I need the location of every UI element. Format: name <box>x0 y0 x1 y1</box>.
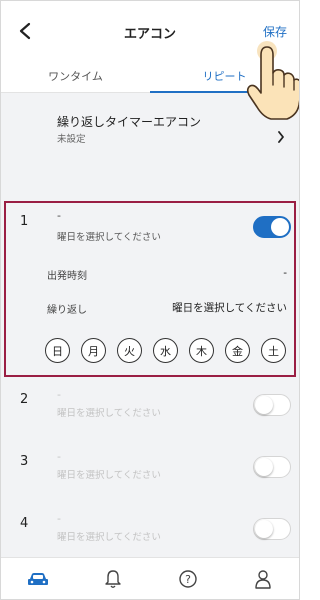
toggle-knob <box>255 458 273 476</box>
highlight-frame <box>4 201 296 377</box>
timer-number: 4 <box>20 516 29 531</box>
timer-name: - <box>57 512 61 525</box>
nav-notifications[interactable] <box>101 567 125 591</box>
bell-icon <box>105 570 121 588</box>
chevron-right-icon <box>278 131 284 143</box>
timer-name: - <box>57 450 61 463</box>
timer-item-2: 2 - 曜日を選択してください <box>1 381 299 441</box>
tab-one-time[interactable]: ワンタイム <box>1 59 150 93</box>
bottom-navigation: ? <box>1 557 299 599</box>
nav-help[interactable]: ? <box>176 567 200 591</box>
timer-number: 2 <box>20 392 29 407</box>
help-icon: ? <box>179 570 197 588</box>
timer-number: 3 <box>20 454 29 469</box>
timer-hint: 曜日を選択してください <box>57 532 161 543</box>
nav-car[interactable] <box>26 567 50 591</box>
timer-name: - <box>57 388 61 401</box>
timer-hint: 曜日を選択してください <box>57 470 161 481</box>
timer-toggle[interactable] <box>253 456 291 478</box>
timer-toggle[interactable] <box>253 518 291 540</box>
repeat-timer-title: 繰り返しタイマーエアコン <box>57 115 202 129</box>
toggle-knob <box>255 396 273 414</box>
nav-account[interactable] <box>251 567 275 591</box>
app-screen: エアコン 保存 ワンタイム リピート 繰り返しタイマーエアコン 未設定 1 - … <box>0 0 300 600</box>
pointing-hand-icon <box>246 41 299 120</box>
svg-text:?: ? <box>185 573 191 586</box>
timer-item-4: 4 - 曜日を選択してください <box>1 505 299 557</box>
timer-toggle[interactable] <box>253 394 291 416</box>
timer-hint: 曜日を選択してください <box>57 408 161 419</box>
car-icon <box>28 573 48 585</box>
repeat-timer-status: 未設定 <box>57 134 86 145</box>
timer-item-3: 3 - 曜日を選択してください <box>1 443 299 503</box>
person-icon <box>255 570 271 589</box>
toggle-knob <box>255 520 273 538</box>
